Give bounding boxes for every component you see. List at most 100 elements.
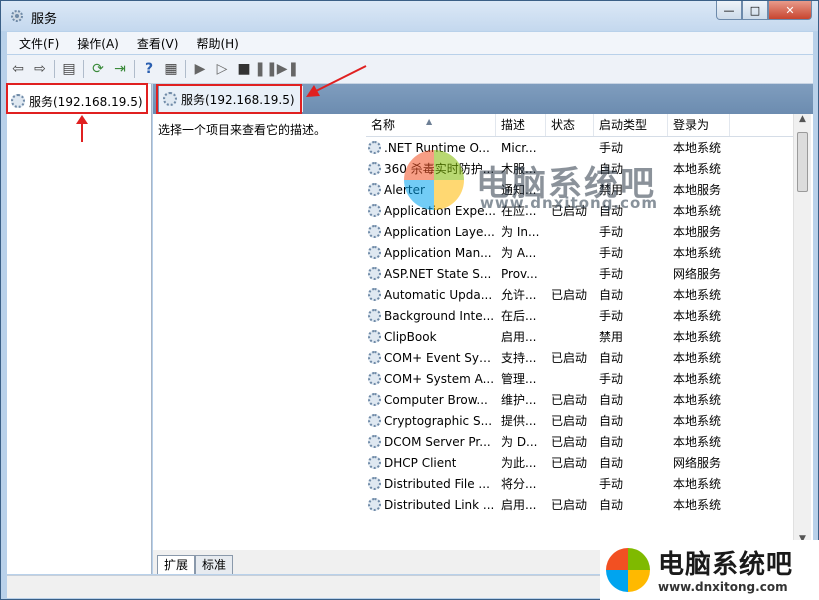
table-row[interactable]: Automatic Upda... 允许... 已启动 自动 本地系统: [366, 284, 796, 305]
table-row[interactable]: Application Man... 为 A... 手动 本地系统: [366, 242, 796, 263]
minimize-button[interactable]: —: [716, 1, 742, 20]
service-status: 已启动: [551, 435, 588, 449]
column-header-description[interactable]: 描述: [496, 114, 546, 136]
table-row[interactable]: COM+ System A... 管理... 手动 本地系统: [366, 368, 796, 389]
start-alt-icon[interactable]: ▷: [211, 58, 233, 80]
service-status: 已启动: [551, 414, 588, 428]
service-gear-icon: [368, 267, 381, 280]
window-controls: — □ ✕: [716, 1, 812, 21]
service-gear-icon: [368, 351, 381, 364]
table-row[interactable]: Distributed Link ... 启用... 已启动 自动 本地系统: [366, 494, 796, 515]
column-header-label: 名称: [371, 118, 396, 132]
toolbar-separator: [83, 60, 84, 78]
column-header-log-on-as[interactable]: 登录为: [668, 114, 730, 136]
service-gear-icon: [368, 183, 381, 196]
scroll-thumb[interactable]: [797, 132, 808, 192]
tab-standard[interactable]: 标准: [195, 555, 234, 574]
service-log-on-as: 本地系统: [673, 414, 722, 428]
service-startup-type: 自动: [599, 393, 624, 407]
toolbar-separator: [54, 60, 55, 78]
table-row[interactable]: Background Inte... 在后... 手动 本地系统: [366, 305, 796, 326]
close-button[interactable]: ✕: [768, 1, 812, 20]
tab-extended[interactable]: 扩展: [157, 555, 196, 574]
service-startup-type: 自动: [599, 435, 624, 449]
service-gear-icon: [368, 288, 381, 301]
service-name: ClipBook: [384, 329, 437, 344]
column-header-startup-type[interactable]: 启动类型: [594, 114, 668, 136]
column-header-status[interactable]: 状态: [546, 114, 594, 136]
title-bar[interactable]: 服务 — □ ✕: [1, 1, 818, 31]
maximize-button[interactable]: □: [742, 1, 768, 20]
pause-icon[interactable]: ❚❚: [254, 58, 277, 80]
service-log-on-as: 本地系统: [673, 393, 722, 407]
service-log-on-as: 本地系统: [673, 309, 722, 323]
service-startup-type: 自动: [599, 414, 624, 428]
service-log-on-as: 本地系统: [673, 288, 722, 302]
service-description: 为 A...: [501, 246, 537, 260]
restart-icon[interactable]: ▶❚: [277, 58, 300, 80]
stop-icon[interactable]: ■: [233, 58, 255, 80]
start-icon[interactable]: ▶: [189, 58, 211, 80]
service-name-cell: Distributed Link ...: [366, 498, 496, 512]
service-gear-icon: [368, 414, 381, 427]
toolbar-separator: [185, 60, 186, 78]
table-row[interactable]: COM+ Event Sys... 支持... 已启动 自动 本地系统: [366, 347, 796, 368]
service-name: Application Man...: [384, 245, 492, 260]
table-row[interactable]: Distributed File ... 将分... 手动 本地系统: [366, 473, 796, 494]
show-hide-tree-icon[interactable]: ▤: [58, 58, 80, 80]
service-status: 已启动: [551, 393, 588, 407]
service-gear-icon: [368, 477, 381, 490]
table-row[interactable]: Computer Brow... 维护... 已启动 自动 本地系统: [366, 389, 796, 410]
service-log-on-as: 本地系统: [673, 204, 722, 218]
description-pane: 选择一个项目来查看它的描述。: [153, 114, 363, 550]
export-list-icon[interactable]: ⇥: [109, 58, 131, 80]
table-row[interactable]: ASP.NET State S... Prov... 手动 网络服务: [366, 263, 796, 284]
column-header-name[interactable]: ▲ 名称: [366, 114, 496, 136]
service-log-on-as: 本地系统: [673, 162, 722, 176]
table-row[interactable]: ClipBook 启用... 禁用 本地系统: [366, 326, 796, 347]
service-description: 将分...: [501, 477, 537, 491]
menu-bar: 文件(F) 操作(A) 查看(V) 帮助(H): [7, 32, 813, 54]
service-status: 已启动: [551, 351, 588, 365]
service-startup-type: 手动: [599, 309, 624, 323]
menu-action[interactable]: 操作(A): [65, 35, 125, 52]
service-name-cell: COM+ Event Sys...: [366, 351, 496, 365]
forward-icon[interactable]: ⇨: [29, 58, 51, 80]
service-name-cell: ClipBook: [366, 330, 496, 344]
table-row[interactable]: Cryptographic S... 提供... 已启动 自动 本地系统: [366, 410, 796, 431]
table-row[interactable]: Application Laye... 为 In... 手动 本地服务: [366, 221, 796, 242]
table-row[interactable]: DCOM Server Pr... 为 D... 已启动 自动 本地系统: [366, 431, 796, 452]
service-description: 启用...: [501, 498, 537, 512]
scroll-up-icon[interactable]: ▲: [794, 114, 811, 130]
vertical-scrollbar[interactable]: ▲ ▼: [793, 114, 811, 550]
service-description: 支持...: [501, 351, 537, 365]
service-gear-icon: [368, 435, 381, 448]
table-row[interactable]: DHCP Client 为此... 已启动 自动 网络服务: [366, 452, 796, 473]
back-icon[interactable]: ⇦: [7, 58, 29, 80]
service-description: Prov...: [501, 266, 538, 281]
service-log-on-as: 本地系统: [673, 330, 722, 344]
service-gear-icon: [368, 204, 381, 217]
service-name: Distributed File ...: [384, 476, 490, 491]
menu-file[interactable]: 文件(F): [7, 35, 65, 52]
service-log-on-as: 网络服务: [673, 456, 722, 470]
service-log-on-as: 本地系统: [673, 477, 722, 491]
service-status: 已启动: [551, 456, 588, 470]
service-gear-icon: [368, 330, 381, 343]
service-gear-icon: [368, 246, 381, 259]
windows-logo-icon: [404, 150, 464, 210]
menu-view[interactable]: 查看(V): [125, 35, 185, 52]
help-icon[interactable]: ?: [138, 58, 160, 80]
service-log-on-as: 本地系统: [673, 435, 722, 449]
service-name: COM+ System A...: [384, 371, 495, 386]
service-description: 在后...: [501, 309, 537, 323]
service-name-cell: Application Man...: [366, 246, 496, 260]
service-gear-icon: [368, 225, 381, 238]
refresh-icon[interactable]: ⟳: [87, 58, 109, 80]
service-gear-icon: [368, 393, 381, 406]
menu-help[interactable]: 帮助(H): [184, 35, 244, 52]
service-log-on-as: 本地系统: [673, 246, 722, 260]
properties-icon[interactable]: ▦: [160, 58, 182, 80]
service-name: Cryptographic S...: [384, 413, 493, 428]
watermark-url: www.dnxitong.com: [480, 194, 658, 212]
